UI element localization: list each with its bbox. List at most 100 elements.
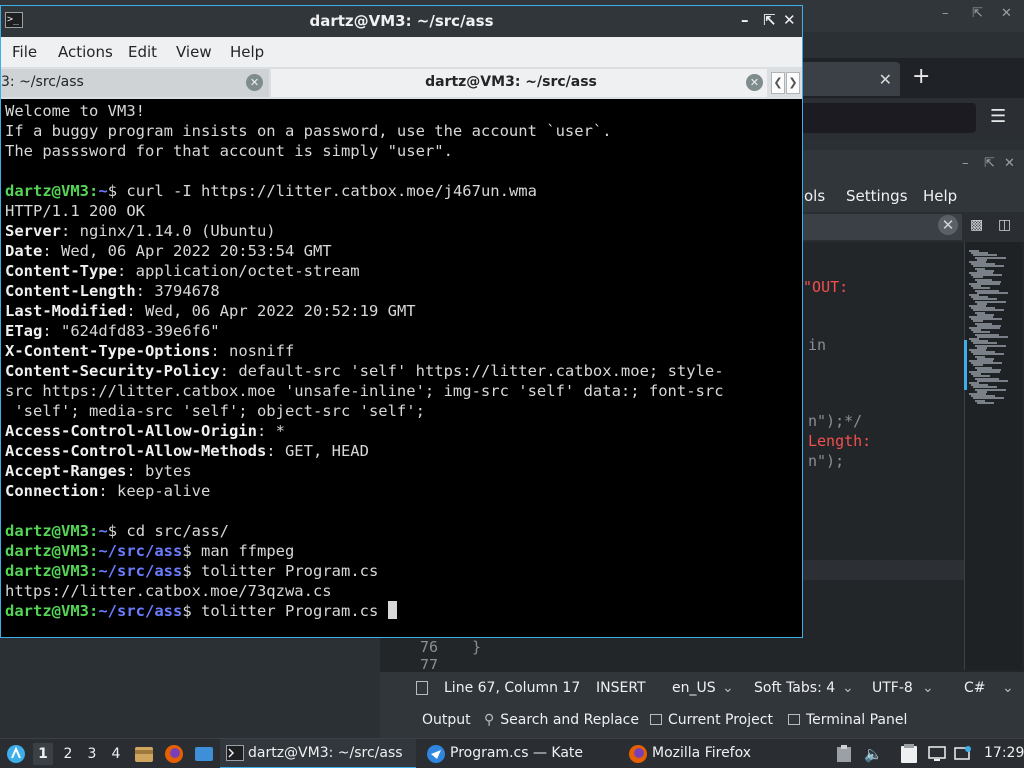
tab-scroll-right-icon[interactable]: ❯ bbox=[786, 72, 800, 94]
menu-view[interactable]: View bbox=[176, 43, 212, 61]
header-value: "624dfd83-39e6f6" bbox=[61, 322, 220, 340]
notes-icon[interactable] bbox=[900, 744, 918, 768]
toolview-output[interactable]: Output bbox=[422, 712, 471, 728]
chevron-down-icon[interactable]: ⌄ bbox=[842, 680, 854, 696]
tab-label: dartz@VM3: ~/src/ass bbox=[425, 74, 597, 90]
http-headers: Server: nginx/1.14.0 (Ubuntu) Date: Wed, … bbox=[5, 221, 802, 501]
kate-document-tab[interactable]: ✕ bbox=[800, 214, 962, 240]
volume-icon[interactable]: 🔈 bbox=[864, 745, 883, 763]
display-icon[interactable] bbox=[928, 745, 946, 767]
command-text: cd src/ass/ bbox=[126, 522, 230, 540]
chevron-down-icon[interactable]: ⌄ bbox=[722, 680, 734, 696]
bg-maximize-icon[interactable]: ⇱ bbox=[972, 6, 983, 21]
kate-split-horizontal-icon[interactable]: ◫ bbox=[998, 217, 1011, 233]
header-value: application/octet-stream bbox=[135, 262, 360, 280]
tab-close-icon[interactable]: ✕ bbox=[246, 74, 263, 91]
menu-file[interactable]: File bbox=[12, 43, 37, 61]
indent-setting[interactable]: Soft Tabs: 4 bbox=[754, 680, 835, 696]
http-header-line: Content-Security-Policy: default-src 'se… bbox=[5, 362, 724, 380]
desktop-3[interactable]: 3 bbox=[82, 743, 102, 765]
desktop-1[interactable]: 1 bbox=[33, 743, 53, 765]
toolview-project-label: Current Project bbox=[668, 712, 773, 728]
header-key: ETag bbox=[5, 322, 43, 340]
network-icon[interactable] bbox=[954, 745, 972, 767]
firefox-tab-close-icon[interactable]: ✕ bbox=[879, 70, 892, 89]
kate-menu-settings[interactable]: Settings bbox=[846, 187, 908, 205]
spellcheck-language[interactable]: en_US bbox=[672, 680, 716, 696]
firefox-hamburger-menu-icon[interactable]: ☰ bbox=[990, 106, 1006, 127]
menu-help[interactable]: Help bbox=[230, 43, 264, 61]
kate-minimap[interactable] bbox=[964, 242, 1022, 670]
desktop-4[interactable]: 4 bbox=[106, 743, 126, 765]
minimize-icon[interactable]: – bbox=[741, 11, 749, 29]
kate-maximize-icon[interactable]: ⇱ bbox=[984, 156, 995, 171]
kate-menu-tools[interactable]: ols bbox=[804, 187, 825, 205]
desktop-2[interactable]: 2 bbox=[58, 743, 78, 765]
encoding[interactable]: UTF-8 bbox=[872, 680, 913, 696]
line-number: 76 bbox=[420, 638, 439, 656]
code-closing-brace: } bbox=[472, 638, 482, 656]
header-value: * bbox=[275, 422, 285, 440]
text-cursor bbox=[387, 601, 397, 619]
clipboard-icon[interactable] bbox=[836, 745, 852, 767]
http-header-line: Content-Type: application/octet-stream bbox=[5, 262, 360, 280]
terminal-output[interactable]: Welcome to VM3! If a buggy program insis… bbox=[1, 99, 802, 637]
show-desktop-icon[interactable] bbox=[194, 744, 214, 768]
prompt-user: dartz@VM3 bbox=[5, 182, 89, 200]
cursor-position[interactable]: Line 67, Column 17 bbox=[444, 680, 580, 696]
command-line: dartz@VM3:~/src/ass$ tolitter Program.cs bbox=[5, 562, 379, 580]
toolview-current-project[interactable]: Current Project bbox=[650, 712, 773, 728]
prompt-user: dartz@VM3 bbox=[5, 602, 89, 620]
header-key: X-Content-Type-Options bbox=[5, 342, 211, 360]
header-value: Wed, 06 Apr 2022 20:52:19 GMT bbox=[145, 302, 416, 320]
maximize-icon[interactable]: ⇱ bbox=[763, 11, 776, 29]
http-header-line: Access-Control-Allow-Methods: GET, HEAD bbox=[5, 442, 369, 460]
tab-close-icon[interactable]: ✕ bbox=[746, 74, 763, 91]
firefox-tab[interactable]: ✕ bbox=[800, 62, 900, 96]
tab-session-2[interactable]: dartz@VM3: ~/src/ass ✕ bbox=[271, 69, 767, 97]
firefox-tabbar: ✕ + bbox=[800, 58, 1024, 98]
chevron-down-icon[interactable]: ⌄ bbox=[922, 680, 934, 696]
file-manager-icon[interactable] bbox=[134, 744, 154, 768]
menu-edit[interactable]: Edit bbox=[128, 43, 157, 61]
tab-session-1[interactable]: 3: ~/src/ass ✕ bbox=[1, 69, 269, 97]
kate-minimize-icon[interactable]: – bbox=[962, 156, 969, 171]
firefox-url-bar[interactable] bbox=[800, 103, 976, 133]
toolview-terminal-panel[interactable]: Terminal Panel bbox=[788, 712, 907, 728]
kate-tab-close-icon[interactable]: ✕ bbox=[938, 215, 958, 235]
motd-line: Welcome to VM3! bbox=[5, 102, 145, 120]
bg-minimize-icon[interactable]: – bbox=[942, 6, 949, 21]
task-firefox[interactable]: Mozilla Firefox bbox=[620, 739, 820, 768]
firefox-icon[interactable] bbox=[164, 744, 184, 768]
menu-actions[interactable]: Actions bbox=[58, 43, 113, 61]
header-key: Access-Control-Allow-Origin bbox=[5, 422, 257, 440]
input-mode[interactable]: INSERT bbox=[596, 680, 646, 696]
taskbar: 1 2 3 4 dartz@VM3: ~/src/ass Program.cs … bbox=[0, 738, 1024, 768]
application-launcher-icon[interactable] bbox=[6, 744, 26, 768]
motd-line: The passsword for that account is simply… bbox=[5, 142, 453, 160]
task-konsole[interactable]: dartz@VM3: ~/src/ass bbox=[220, 739, 416, 768]
http-header-line: Server: nginx/1.14.0 (Ubuntu) bbox=[5, 222, 276, 240]
header-value: 'self'; media-src 'self'; object-src 'se… bbox=[5, 402, 425, 420]
konsole-titlebar[interactable]: >_ dartz@VM3: ~/src/ass – ⇱ ✕ bbox=[1, 6, 802, 36]
command-text: tolitter Program.cs bbox=[201, 602, 388, 620]
tab-scroll-left-icon[interactable]: ❮ bbox=[771, 72, 785, 94]
terminal-icon bbox=[226, 745, 244, 765]
minimap-line bbox=[977, 401, 994, 404]
syntax-mode[interactable]: C# bbox=[964, 680, 986, 696]
header-key: Content-Length bbox=[5, 282, 136, 300]
chevron-down-icon[interactable]: ⌄ bbox=[1002, 680, 1014, 696]
document-icon bbox=[416, 681, 428, 695]
bg-close-icon[interactable]: ✕ bbox=[1001, 6, 1012, 21]
toolview-search-replace[interactable]: ⚲ Search and Replace bbox=[484, 712, 639, 728]
clock[interactable]: 17:29 bbox=[984, 745, 1024, 761]
kate-split-view-icon[interactable]: ▩ bbox=[970, 217, 983, 233]
command-line: dartz@VM3:~$ curl -I https://litter.catb… bbox=[5, 182, 537, 200]
kate-menu-help[interactable]: Help bbox=[923, 187, 957, 205]
kate-close-icon[interactable]: ✕ bbox=[1004, 156, 1015, 171]
firefox-new-tab-icon[interactable]: + bbox=[912, 64, 930, 89]
prompt-path: ~/src/ass bbox=[98, 542, 183, 560]
task-kate[interactable]: Program.cs — Kate bbox=[420, 739, 616, 768]
close-icon[interactable]: ✕ bbox=[783, 11, 796, 29]
code-fragment: n");*/ bbox=[808, 412, 863, 430]
